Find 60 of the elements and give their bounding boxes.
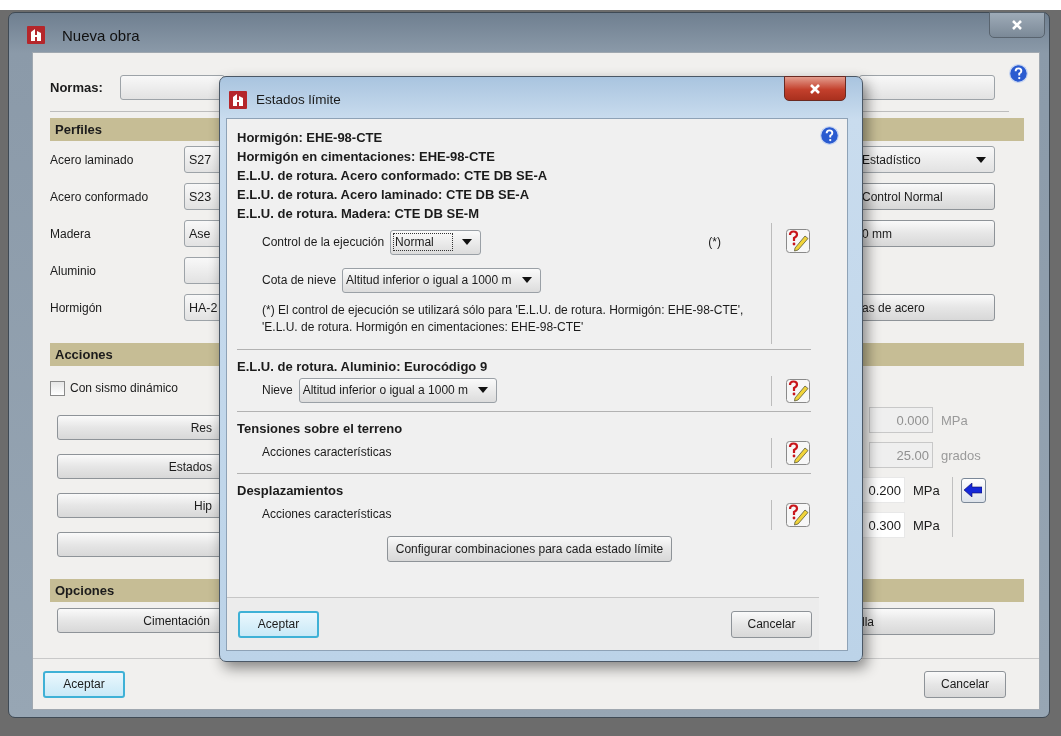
field-label: Acero conformado xyxy=(50,189,150,204)
edit-icon[interactable] xyxy=(786,441,810,465)
section-heading: Desplazamientos xyxy=(237,482,344,500)
configure-button[interactable]: Configurar combinaciones para cada estado límite xyxy=(386,536,673,562)
dialog-button[interactable]: Aceptar xyxy=(238,610,319,638)
unit-label: grados xyxy=(941,447,981,463)
edit-icon[interactable] xyxy=(786,229,810,253)
norms-field[interactable] xyxy=(859,75,995,100)
caret-icon xyxy=(461,239,472,245)
close-button[interactable] xyxy=(784,76,846,101)
checkbox-label: Con sismo dinámico xyxy=(70,381,179,395)
field-label: Acero laminado xyxy=(50,152,135,167)
section-heading: E.L.U. de rotura. Aluminio: Eurocódigo 9 xyxy=(237,358,488,376)
caret-icon xyxy=(478,387,489,393)
dialog-title: Estados límite xyxy=(256,92,341,107)
field-label: Aluminio xyxy=(50,263,98,278)
checkbox[interactable] xyxy=(50,380,65,396)
row-label: Acciones características xyxy=(262,445,392,459)
app-icon xyxy=(229,90,247,109)
edit-icon[interactable] xyxy=(786,503,810,527)
dropdown[interactable]: Altitud inferior o igual a 1000 m xyxy=(298,377,498,403)
field-label: Nieve xyxy=(262,383,293,397)
norms-field[interactable] xyxy=(120,75,225,100)
unit-label: MPa xyxy=(913,482,940,498)
unit-label: MPa xyxy=(913,517,940,533)
field-label: Cota de nieve xyxy=(262,273,337,287)
close-icon xyxy=(809,82,821,95)
dialog-button[interactable]: Cancelar xyxy=(924,670,1006,698)
edit-icon[interactable] xyxy=(786,379,810,403)
section-heading: E.L.U. de rotura. Madera: CTE DB SE-M xyxy=(237,205,479,223)
section-heading: E.L.U. de rotura. Acero laminado: CTE DB SE-A xyxy=(237,186,530,204)
section-heading: E.L.U. de rotura. Acero conformado: CTE DB SE-A xyxy=(237,167,548,185)
field-label: Control de la ejecución xyxy=(262,235,385,249)
section-heading: Hormigón: EHE-98-CTE xyxy=(237,129,383,147)
row-label: Acciones características xyxy=(262,507,392,521)
footnote-text: (*) El control de ejecución se utilizará sólo para 'E.L.U. de rotura. Hormigón: EHE-98-CTE', 'E.L.U. de rotura. Hormigón en cimentaciones: EHE-98-CTE' xyxy=(262,302,745,336)
window-title: Nueva obra xyxy=(62,26,140,44)
caret-icon xyxy=(521,277,532,283)
help-icon[interactable] xyxy=(1009,64,1028,83)
section-heading: Tensiones sobre el terreno xyxy=(237,420,403,438)
dropdown[interactable]: Normal xyxy=(390,229,481,255)
norms-label: Normas: xyxy=(50,80,104,95)
close-button[interactable] xyxy=(989,12,1045,38)
close-icon xyxy=(1011,19,1023,31)
dialog-button[interactable]: Cancelar xyxy=(731,610,812,638)
unit-label: MPa xyxy=(941,412,968,428)
left-arrow-icon xyxy=(964,483,983,497)
dialog-button[interactable]: Aceptar xyxy=(43,670,125,698)
section-title: Opciones xyxy=(55,583,115,598)
field-label: Madera xyxy=(50,226,92,241)
footnote-mark: (*) xyxy=(708,235,721,249)
field-label: Hormigón xyxy=(50,300,104,315)
section-title: Acciones xyxy=(55,347,113,362)
dropdown[interactable]: Altitud inferior o igual a 1000 m xyxy=(342,267,541,293)
arrow-button[interactable] xyxy=(960,477,986,503)
caret-icon xyxy=(976,156,986,163)
help-icon[interactable] xyxy=(820,126,839,145)
section-heading: Hormigón en cimentaciones: EHE-98-CTE xyxy=(237,148,495,166)
app-icon xyxy=(27,26,45,44)
section-title: Perfiles xyxy=(55,122,102,137)
